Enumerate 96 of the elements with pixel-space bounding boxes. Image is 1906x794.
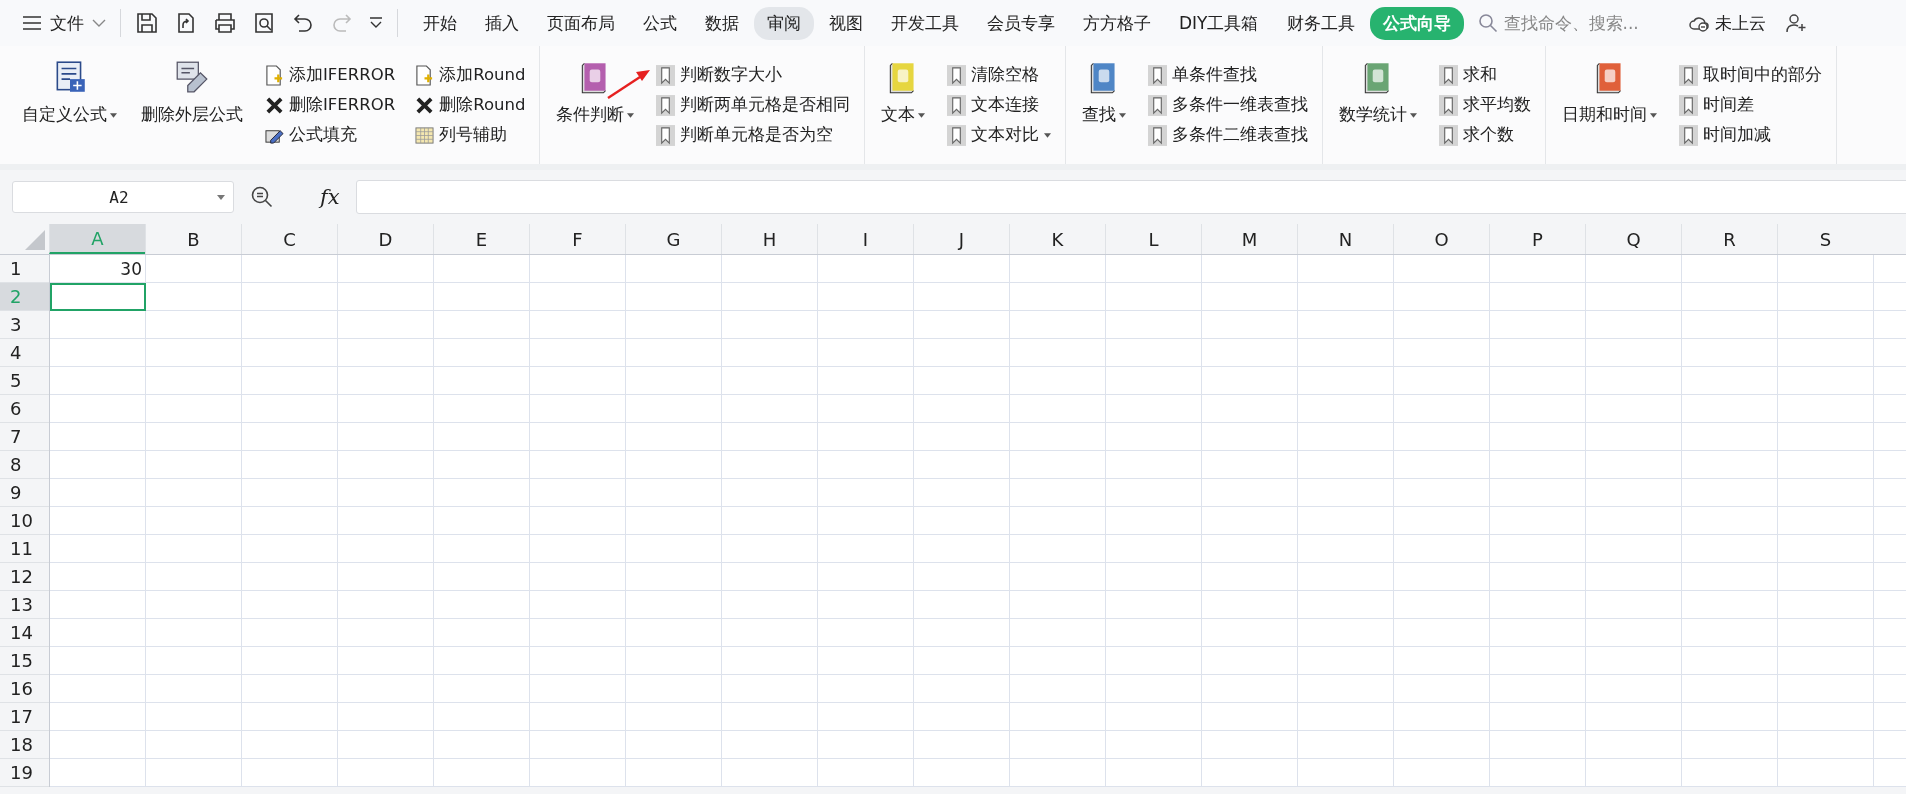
ribbon-small-button[interactable]: 判断两单元格是否相同 xyxy=(656,94,851,116)
annotation-arrow xyxy=(606,68,652,100)
bookmark-icon xyxy=(1439,64,1459,86)
ribbon-small-button[interactable]: 单条件查找 xyxy=(1148,64,1309,86)
ribbon-small-button[interactable]: 求个数 xyxy=(1439,124,1532,146)
name-box[interactable]: A2 xyxy=(12,181,234,213)
column-header[interactable]: R xyxy=(1681,224,1777,254)
ribbon-small-button[interactable]: 时间差 xyxy=(1679,94,1823,116)
column-header[interactable]: O xyxy=(1393,224,1489,254)
search-icon xyxy=(1477,13,1498,33)
column-header[interactable]: M xyxy=(1201,224,1297,254)
bookmark-icon xyxy=(1148,64,1168,86)
bookmark-icon xyxy=(947,124,967,146)
save-icon[interactable] xyxy=(135,11,159,35)
column-header[interactable]: I xyxy=(817,224,913,254)
zoom-icon[interactable] xyxy=(250,185,274,209)
ribbon-tab[interactable]: 方方格子 xyxy=(1070,6,1164,40)
ribbon-small-button[interactable]: 判断数字大小 xyxy=(656,64,851,86)
page-add-icon xyxy=(415,64,435,86)
ribbon-tab[interactable]: 数据 xyxy=(692,6,752,40)
ribbon-small-button[interactable]: 删除IFERROR xyxy=(265,94,396,116)
ribbon-small-button[interactable]: 多条件二维表查找 xyxy=(1148,124,1309,146)
column-header[interactable]: D xyxy=(337,224,433,254)
bookmark-icon xyxy=(1148,94,1168,116)
print-icon[interactable] xyxy=(213,11,237,35)
ribbon-small-button[interactable]: 求和 xyxy=(1439,64,1532,86)
menu-icon xyxy=(22,15,42,31)
ribbon-large-button[interactable]: 日期和时间 xyxy=(1556,46,1664,164)
column-header[interactable]: L xyxy=(1105,224,1201,254)
ribbon-large-button[interactable]: 自定义公式 xyxy=(16,46,123,164)
column-header[interactable]: F xyxy=(529,224,625,254)
ribbon-tab[interactable]: 会员专享 xyxy=(974,6,1068,40)
bookmark-icon xyxy=(1679,124,1699,146)
bookmark-icon xyxy=(947,94,967,116)
ribbon-large-button[interactable]: 文本 xyxy=(875,46,932,164)
bookmark-icon xyxy=(947,64,967,86)
ribbon-small-button[interactable]: 求平均数 xyxy=(1439,94,1532,116)
bookmark-icon xyxy=(656,64,676,86)
ribbon-small-button[interactable]: 判断单元格是否为空 xyxy=(656,124,851,146)
formula-field[interactable] xyxy=(355,180,1906,214)
undo-icon[interactable] xyxy=(291,11,315,35)
function-button[interactable]: fx xyxy=(320,185,340,209)
ribbon-small-button[interactable]: 文本连接 xyxy=(947,94,1052,116)
ribbon-small-button[interactable]: 公式填充 xyxy=(265,124,396,146)
bookmark-icon xyxy=(1679,94,1699,116)
ribbon-small-button[interactable]: 时间加减 xyxy=(1679,124,1823,146)
column-header[interactable]: S xyxy=(1777,224,1873,254)
caret-icon xyxy=(217,194,225,200)
chevron-down-icon xyxy=(92,18,106,28)
ribbon-small-button[interactable]: 多条件一维表查找 xyxy=(1148,94,1309,116)
column-header[interactable]: C xyxy=(241,224,337,254)
ribbon-tab[interactable]: 财务工具 xyxy=(1273,6,1368,40)
ribbon-large-button[interactable]: 数学统计 xyxy=(1333,46,1424,164)
grid-icon xyxy=(415,124,435,146)
ribbon-small-button[interactable]: 删除Round xyxy=(415,94,526,116)
add-person-icon[interactable] xyxy=(1785,13,1808,33)
column-header[interactable]: N xyxy=(1297,224,1393,254)
ribbon-large-button[interactable]: 删除外层公式 xyxy=(135,46,249,164)
ribbon-tab[interactable]: 开始 xyxy=(410,6,470,40)
column-header[interactable]: K xyxy=(1009,224,1105,254)
ribbon-tab[interactable]: 页面布局 xyxy=(534,6,628,40)
file-menu-button[interactable]: 文件 xyxy=(16,7,112,39)
cloud-status-button[interactable]: 未上云 xyxy=(1687,11,1766,35)
column-header[interactable]: H xyxy=(721,224,817,254)
column-header[interactable]: B xyxy=(145,224,241,254)
page-add-icon xyxy=(265,64,284,86)
ribbon-small-button[interactable]: 添加IFERROR xyxy=(265,64,396,86)
bookmark-icon xyxy=(1148,124,1168,146)
bookmark-icon xyxy=(1439,124,1459,146)
bookmark-icon xyxy=(1679,64,1699,86)
ribbon-small-button[interactable]: 取时间中的部分 xyxy=(1679,64,1823,86)
ribbon-tab[interactable]: 视图 xyxy=(816,6,876,40)
ribbon-tab[interactable]: 开发工具 xyxy=(878,6,972,40)
customize-caret-icon[interactable] xyxy=(369,17,383,29)
print-preview-icon[interactable] xyxy=(252,11,276,35)
table-cell-text: 30 xyxy=(119,258,143,281)
ribbon-large-button[interactable]: 条件判断 xyxy=(550,46,641,164)
active-cell[interactable] xyxy=(50,283,146,311)
ribbon-tab[interactable]: 插入 xyxy=(472,6,532,40)
ribbon-tab[interactable]: 公式 xyxy=(630,6,690,40)
column-header[interactable]: J xyxy=(913,224,1009,254)
ribbon-small-button[interactable]: 列号辅助 xyxy=(415,124,526,146)
column-header[interactable]: Q xyxy=(1585,224,1681,254)
ribbon-small-button[interactable]: 清除空格 xyxy=(947,64,1052,86)
column-header[interactable]: P xyxy=(1489,224,1585,254)
ribbon-tab[interactable]: 审阅 xyxy=(754,6,814,40)
ribbon-tab[interactable]: DIY工具箱 xyxy=(1166,6,1272,40)
ribbon-small-button[interactable]: 添加Round xyxy=(415,64,526,86)
ribbon-small-button[interactable]: 文本对比 xyxy=(947,124,1052,146)
column-header[interactable]: G xyxy=(625,224,721,254)
column-header[interactable]: E xyxy=(433,224,529,254)
search-field[interactable]: 查找命令、搜索... xyxy=(1477,12,1678,34)
ribbon-large-button[interactable]: 查找 xyxy=(1076,46,1133,164)
bookmark-icon xyxy=(656,94,676,116)
bookmark-icon xyxy=(1439,94,1459,116)
bookmark-icon xyxy=(656,124,676,146)
